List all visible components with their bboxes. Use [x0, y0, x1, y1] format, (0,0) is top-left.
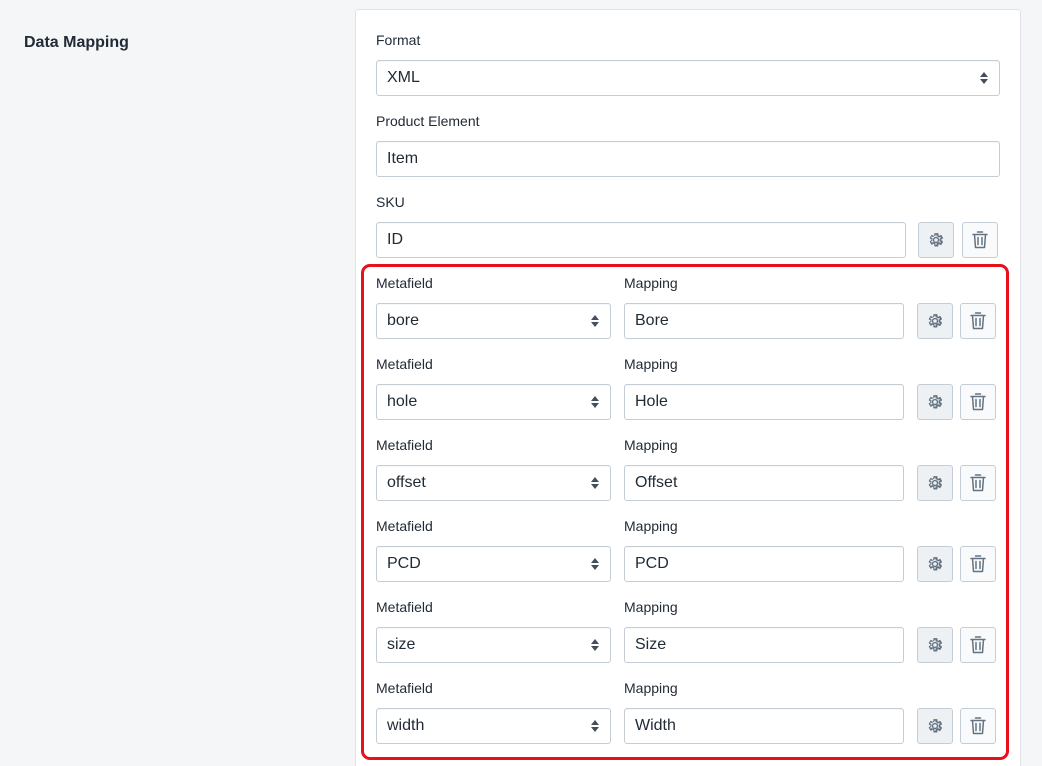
- mapping-value: Size: [635, 636, 667, 653]
- format-select-value: XML: [387, 69, 420, 86]
- mapping-value: Hole: [635, 393, 668, 410]
- metafield-label: Metafield: [376, 680, 433, 696]
- trash-icon: [970, 636, 986, 654]
- metafield-select-value: PCD: [387, 555, 421, 572]
- mapping-settings-button[interactable]: [917, 465, 953, 501]
- metafield-select[interactable]: hole: [376, 384, 611, 420]
- mapping-settings-button[interactable]: [917, 384, 953, 420]
- trash-icon: [970, 393, 986, 411]
- trash-icon: [972, 231, 988, 249]
- mapping-settings-button[interactable]: [917, 303, 953, 339]
- sku-settings-button[interactable]: [918, 222, 954, 258]
- chevron-updown-icon: [590, 719, 600, 733]
- gear-icon: [928, 476, 943, 490]
- metafield-label: Metafield: [376, 275, 433, 291]
- gear-icon: [928, 638, 943, 652]
- mapping-input[interactable]: Size: [624, 627, 904, 663]
- sku-delete-button[interactable]: [962, 222, 998, 258]
- metafield-label: Metafield: [376, 356, 433, 372]
- mapping-input[interactable]: PCD: [624, 546, 904, 582]
- sku-input[interactable]: ID: [376, 222, 906, 258]
- metafield-label: Metafield: [376, 437, 433, 453]
- metafield-select[interactable]: offset: [376, 465, 611, 501]
- gear-icon: [929, 233, 944, 247]
- metafield-select[interactable]: PCD: [376, 546, 611, 582]
- mapping-input[interactable]: Offset: [624, 465, 904, 501]
- metafield-select[interactable]: width: [376, 708, 611, 744]
- gear-icon: [928, 395, 943, 409]
- mapping-value: Bore: [635, 312, 669, 329]
- trash-icon: [970, 717, 986, 735]
- mapping-delete-button[interactable]: [960, 627, 996, 663]
- trash-icon: [970, 555, 986, 573]
- section-title: Data Mapping: [24, 34, 129, 51]
- trash-icon: [970, 312, 986, 330]
- mapping-label: Mapping: [624, 275, 678, 291]
- metafield-select-value: width: [387, 717, 425, 734]
- product-element-value: Item: [387, 150, 419, 167]
- mapping-label: Mapping: [624, 356, 678, 372]
- format-label: Format: [376, 32, 421, 48]
- metafield-select-value: offset: [387, 474, 426, 491]
- metafield-select-value: size: [387, 636, 416, 653]
- sku-value: ID: [387, 231, 403, 248]
- metafield-select[interactable]: size: [376, 627, 611, 663]
- product-element-input[interactable]: Item: [376, 141, 1000, 177]
- mapping-delete-button[interactable]: [960, 384, 996, 420]
- product-element-label: Product Element: [376, 113, 480, 129]
- metafield-select[interactable]: bore: [376, 303, 611, 339]
- gear-icon: [928, 719, 943, 733]
- format-select[interactable]: XML: [376, 60, 1000, 96]
- mapping-input[interactable]: Hole: [624, 384, 904, 420]
- mapping-delete-button[interactable]: [960, 546, 996, 582]
- gear-icon: [928, 557, 943, 571]
- mapping-value: PCD: [635, 555, 669, 572]
- mapping-label: Mapping: [624, 437, 678, 453]
- mapping-delete-button[interactable]: [960, 708, 996, 744]
- chevron-updown-icon: [590, 395, 600, 409]
- metafield-select-value: hole: [387, 393, 418, 410]
- metafield-label: Metafield: [376, 599, 433, 615]
- mapping-input[interactable]: Bore: [624, 303, 904, 339]
- chevron-updown-icon: [590, 314, 600, 328]
- chevron-updown-icon: [590, 638, 600, 652]
- chevron-updown-icon: [590, 557, 600, 571]
- mapping-label: Mapping: [624, 680, 678, 696]
- sku-label: SKU: [376, 194, 405, 210]
- mapping-settings-button[interactable]: [917, 627, 953, 663]
- mapping-label: Mapping: [624, 599, 678, 615]
- mapping-delete-button[interactable]: [960, 303, 996, 339]
- mapping-delete-button[interactable]: [960, 465, 996, 501]
- mapping-value: Offset: [635, 474, 678, 491]
- mapping-settings-button[interactable]: [917, 708, 953, 744]
- chevron-updown-icon: [979, 71, 989, 85]
- mapping-value: Width: [635, 717, 676, 734]
- metafield-select-value: bore: [387, 312, 420, 329]
- metafield-label: Metafield: [376, 518, 433, 534]
- mapping-input[interactable]: Width: [624, 708, 904, 744]
- chevron-updown-icon: [590, 476, 600, 490]
- gear-icon: [928, 314, 943, 328]
- trash-icon: [970, 474, 986, 492]
- mapping-settings-button[interactable]: [917, 546, 953, 582]
- mapping-label: Mapping: [624, 518, 678, 534]
